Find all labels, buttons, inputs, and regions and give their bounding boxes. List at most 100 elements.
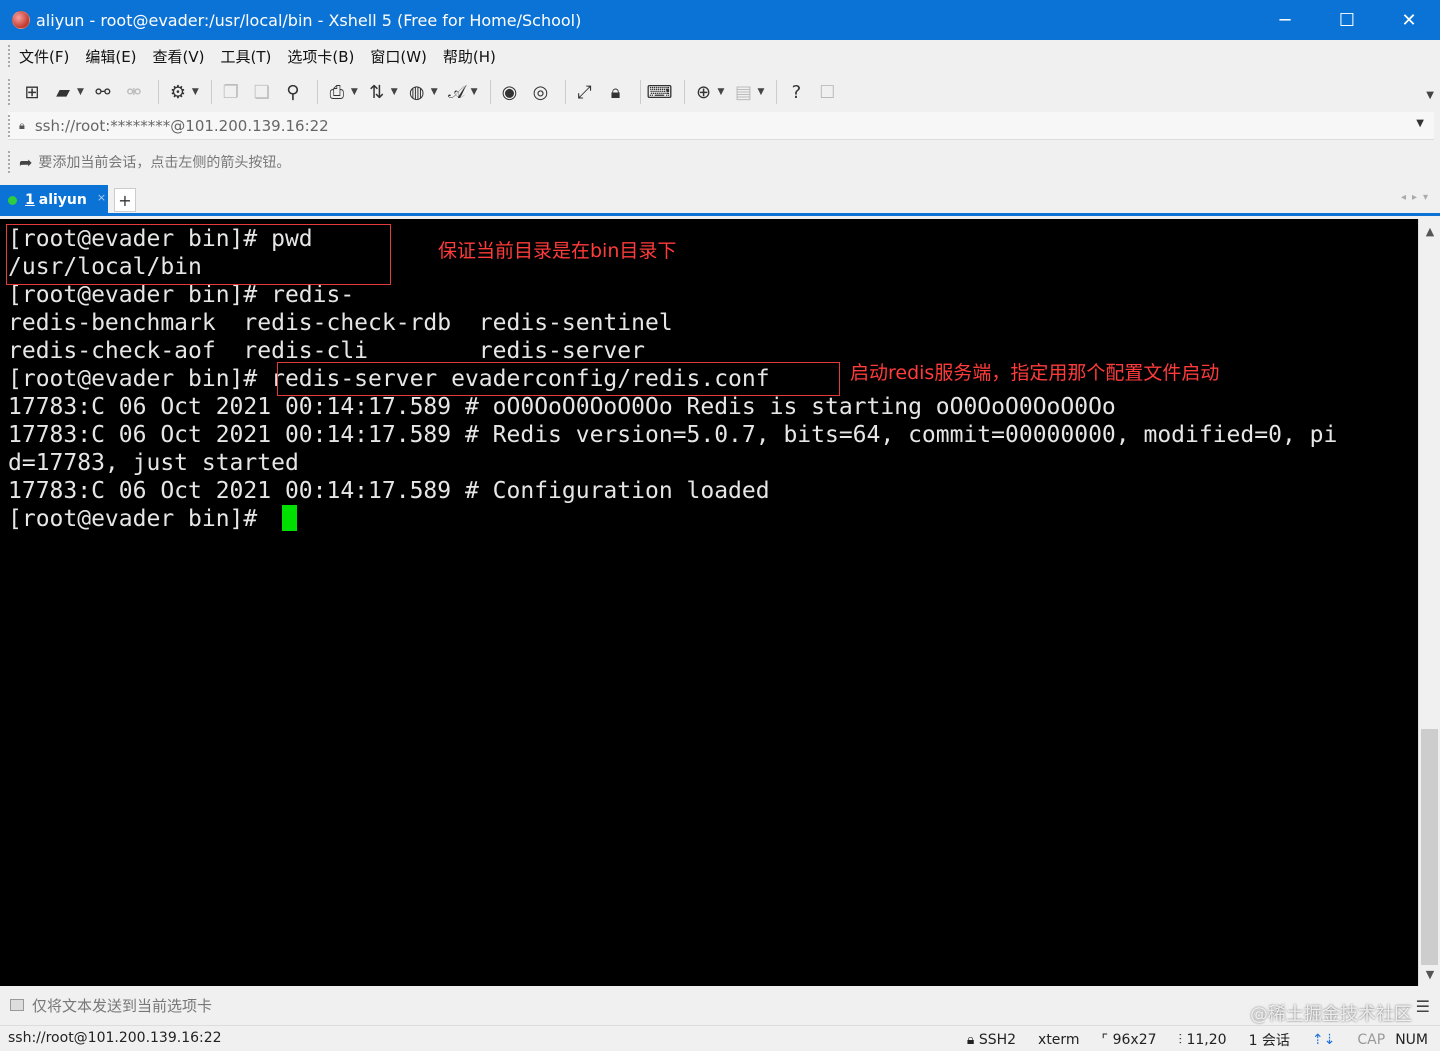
annotation-box-pwd bbox=[6, 224, 391, 285]
terminal-line: 17783:C 06 Oct 2021 00:14:17.589 # oO0Oo… bbox=[8, 394, 1116, 420]
close-button[interactable]: ✕ bbox=[1378, 0, 1440, 40]
compose-bar[interactable]: 仅将文本发送到当前选项卡 ☰ bbox=[0, 989, 1440, 1021]
chevron-down-icon[interactable]: ▼ bbox=[757, 87, 764, 97]
terminal-line: 17783:C 06 Oct 2021 00:14:17.589 # Confi… bbox=[8, 478, 770, 504]
connection-status-icon bbox=[8, 195, 17, 205]
toolbar-divider bbox=[316, 80, 318, 104]
status-position: ⫶ 11,20 bbox=[1178, 1032, 1227, 1048]
window-title: aliyun - root@evader:/usr/local/bin - Xs… bbox=[36, 10, 582, 30]
terminal-line: [root@evader bin]# bbox=[8, 506, 272, 532]
properties-icon[interactable]: ⚙ bbox=[165, 79, 191, 105]
maximize-button[interactable]: ☐ bbox=[1316, 0, 1378, 40]
status-term: xterm bbox=[1038, 1032, 1080, 1048]
add-icon[interactable]: ⊕ bbox=[691, 79, 717, 105]
xmanager-icon[interactable]: ◎ bbox=[528, 79, 554, 105]
tab-scroll-icons[interactable]: ◂▸▾ bbox=[1401, 192, 1434, 203]
annotation-server-note: 启动redis服务端，指定用那个配置文件启动 bbox=[850, 362, 1220, 384]
layout-icon[interactable]: ▤ bbox=[730, 79, 756, 105]
print-icon[interactable]: ⎙ bbox=[324, 79, 350, 105]
chevron-down-icon[interactable]: ▼ bbox=[192, 87, 199, 97]
toolbar-grip[interactable] bbox=[8, 79, 11, 105]
toolbar-divider bbox=[639, 80, 641, 104]
addressbar-grip[interactable] bbox=[8, 114, 11, 137]
transfer-icon[interactable]: ⇅ bbox=[364, 79, 390, 105]
status-num: NUM bbox=[1395, 1032, 1428, 1048]
menu-tabs[interactable]: 选项卡(B) bbox=[287, 46, 354, 67]
menu-view[interactable]: 查看(V) bbox=[153, 46, 205, 67]
toolbar: ⊞ ▰ ▼ ⚯ ⚮ ⚙ ▼ ❐ ❏ ⚲ ⎙ ▼ ⇅ ▼ ◍ ▼ 𝒜 ▼ ◉ ◎ ⤢ 🔒︎ ⌨… bbox=[0, 72, 1440, 112]
xftp-icon[interactable]: ◉ bbox=[497, 79, 523, 105]
terminal-line: d=17783, just started bbox=[8, 450, 299, 476]
paste-icon[interactable]: ❏ bbox=[249, 79, 275, 105]
menu-window[interactable]: 窗口(W) bbox=[370, 46, 427, 67]
compose-input[interactable]: 仅将文本发送到当前选项卡 bbox=[32, 995, 212, 1016]
new-tab-button[interactable]: + bbox=[114, 188, 136, 212]
annotation-pwd-note: 保证当前目录是在bin目录下 bbox=[438, 240, 677, 262]
menubar-grip[interactable] bbox=[8, 45, 11, 67]
globe-icon[interactable]: ◍ bbox=[404, 79, 430, 105]
chevron-down-icon[interactable]: ▼ bbox=[718, 87, 725, 97]
menu-bar: 文件(F) 编辑(E) 查看(V) 工具(T) 选项卡(B) 窗口(W) 帮助(… bbox=[0, 40, 1440, 72]
add-session-arrow-icon[interactable]: ➦ bbox=[19, 153, 32, 172]
terminal-line: redis-check-aof redis-cli redis-server bbox=[8, 338, 645, 364]
help-icon[interactable]: ? bbox=[783, 79, 809, 105]
font-icon[interactable]: 𝒜 bbox=[444, 79, 470, 105]
fullscreen-icon[interactable]: ⤢ bbox=[572, 79, 598, 105]
address-input[interactable]: ssh://root:********@101.200.139.16:22 bbox=[35, 117, 329, 135]
status-right: 🔒︎ SSH2 xterm ⌜ 96x27 ⫶ 11,20 1 会话 ⇡⇣ CA… bbox=[945, 1030, 1428, 1050]
terminal-line: [root@evader bin]# redis- bbox=[8, 282, 355, 308]
toolbar-divider bbox=[776, 80, 778, 104]
scroll-down-icon[interactable]: ▼ bbox=[1419, 964, 1440, 984]
address-bar: 🔒︎ ssh://root:********@101.200.139.16:22… bbox=[8, 112, 1434, 140]
terminal-scrollbar[interactable]: ▲ ▼ bbox=[1418, 219, 1440, 986]
menu-edit[interactable]: 编辑(E) bbox=[85, 46, 136, 67]
compose-menu-icon[interactable]: ☰ bbox=[1416, 997, 1430, 1016]
terminal-line: 17783:C 06 Oct 2021 00:14:17.589 # Redis… bbox=[8, 422, 1338, 448]
reconnect-icon[interactable]: ⚯ bbox=[90, 79, 116, 105]
menu-tools[interactable]: 工具(T) bbox=[221, 46, 272, 67]
terminal-area[interactable]: [root@evader bin]# pwd /usr/local/bin [r… bbox=[0, 219, 1418, 986]
menu-file[interactable]: 文件(F) bbox=[19, 46, 69, 67]
new-session-icon[interactable]: ⊞ bbox=[19, 79, 45, 105]
window-controls: ─ ☐ ✕ bbox=[1254, 0, 1440, 40]
title-bar: aliyun - root@evader:/usr/local/bin - Xs… bbox=[0, 0, 1440, 40]
copy-icon[interactable]: ❐ bbox=[218, 79, 244, 105]
status-connection: ssh://root@101.200.139.16:22 bbox=[8, 1030, 222, 1046]
xshell-app-icon[interactable] bbox=[12, 11, 30, 29]
chevron-down-icon[interactable]: ▼ bbox=[77, 87, 84, 97]
chat-icon[interactable]: ☐ bbox=[814, 79, 840, 105]
watermark: @稀土掘金技术社区 bbox=[1250, 1004, 1412, 1025]
tab-aliyun[interactable]: 1 aliyun × bbox=[0, 185, 108, 215]
chevron-down-icon[interactable]: ▼ bbox=[351, 87, 358, 97]
status-size: ⌜ 96x27 bbox=[1101, 1032, 1157, 1048]
status-protocol-text: SSH2 bbox=[978, 1032, 1017, 1048]
toolbar-divider bbox=[489, 80, 491, 104]
tab-bar: 1 aliyun × + ◂▸▾ bbox=[0, 184, 1440, 216]
chevron-down-icon[interactable]: ▼ bbox=[431, 87, 438, 97]
status-bar: ssh://root@101.200.139.16:22 🔒︎ SSH2 xte… bbox=[0, 1025, 1440, 1051]
tab-close-icon[interactable]: × bbox=[97, 191, 106, 204]
address-dropdown-icon[interactable]: ▼ bbox=[1416, 118, 1424, 129]
minimize-button[interactable]: ─ bbox=[1254, 0, 1316, 40]
scrollbar-thumb[interactable] bbox=[1421, 729, 1438, 965]
find-icon[interactable]: ⚲ bbox=[280, 79, 306, 105]
toolbar-divider bbox=[683, 80, 685, 104]
scroll-up-icon[interactable]: ▲ bbox=[1419, 221, 1440, 241]
chevron-down-icon[interactable]: ▼ bbox=[471, 87, 478, 97]
lock-icon[interactable]: 🔒︎ bbox=[603, 79, 629, 105]
compose-icon[interactable] bbox=[10, 999, 24, 1011]
status-sessions: 1 会话 bbox=[1248, 1033, 1290, 1049]
toolbar-overflow-icon[interactable]: ▼ bbox=[1426, 90, 1434, 101]
keyboard-icon[interactable]: ⌨ bbox=[647, 79, 673, 105]
tab-label: aliyun bbox=[38, 192, 87, 208]
open-folder-icon[interactable]: ▰ bbox=[50, 79, 76, 105]
annotation-box-server bbox=[277, 362, 840, 396]
menu-help[interactable]: 帮助(H) bbox=[443, 46, 496, 67]
hintbar-grip[interactable] bbox=[8, 151, 11, 173]
session-hint-bar: ➦ 要添加当前会话，点击左侧的箭头按钮。 bbox=[8, 148, 1434, 176]
toolbar-divider bbox=[564, 80, 566, 104]
disconnect-icon[interactable]: ⚮ bbox=[121, 79, 147, 105]
terminal-cursor bbox=[282, 505, 297, 531]
terminal-line: redis-benchmark redis-check-rdb redis-se… bbox=[8, 310, 673, 336]
chevron-down-icon[interactable]: ▼ bbox=[391, 87, 398, 97]
